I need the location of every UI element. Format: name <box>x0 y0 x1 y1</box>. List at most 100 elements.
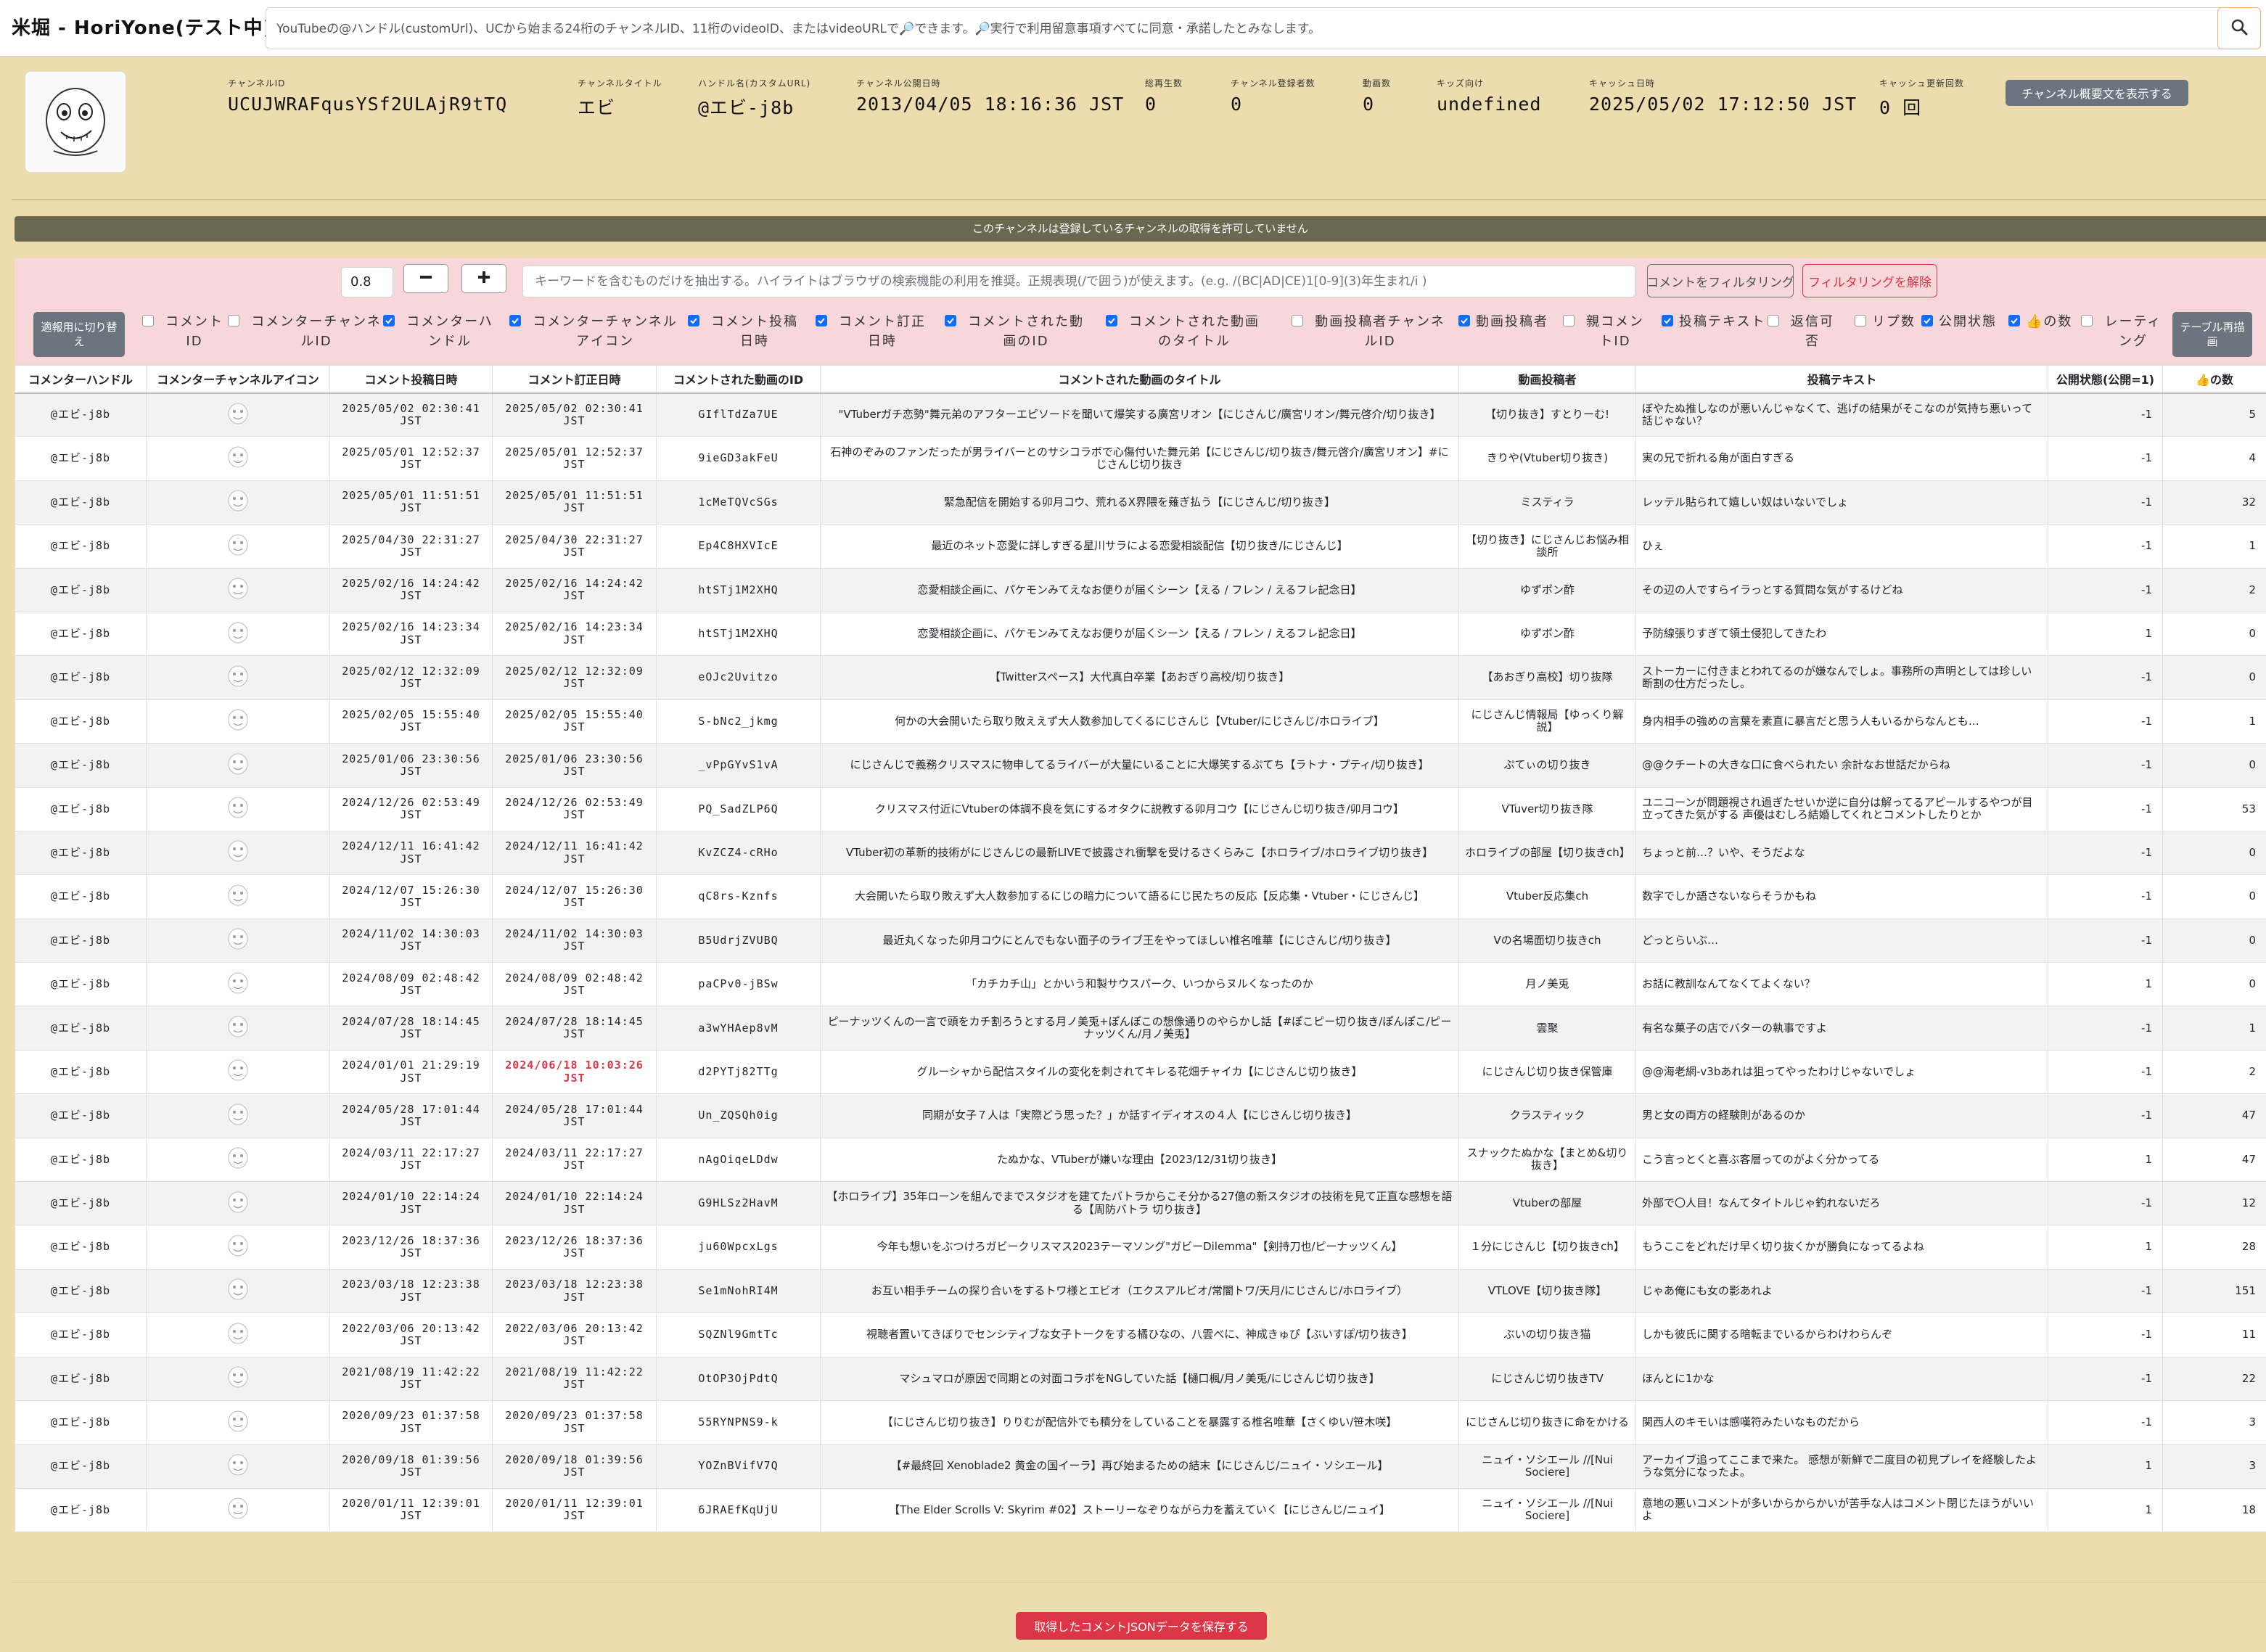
video-title-cell: 最近丸くなった卯月コウにとんでもない面子のライブ王をやってほしい椎名唯華【にじさ… <box>820 919 1459 963</box>
decrement-button[interactable] <box>403 264 448 293</box>
public-status-cell: -1 <box>2048 1400 2163 1445</box>
checkbox-checked-icon[interactable] <box>383 315 395 326</box>
column-toggle[interactable]: コメントされた動画のタイトル <box>1106 312 1265 351</box>
column-toggle-label: レーティング <box>2104 314 2162 349</box>
comment-text-cell: ストーカーに付きまとわれてるのが嫌なんでしょ。事務所の声明としては珍しい断割の仕… <box>1635 655 2048 700</box>
column-header[interactable]: 投稿テキスト <box>1635 365 2048 394</box>
column-toggle[interactable]: コメンターチャンネルID <box>228 312 387 351</box>
column-header[interactable]: コメンターチャンネルアイコン <box>146 365 330 394</box>
checkbox-unchecked-icon[interactable] <box>1563 315 1575 326</box>
search-button[interactable] <box>2217 7 2261 49</box>
video-id-cell: nAgOiqeLDdw <box>656 1138 821 1183</box>
column-toggle[interactable]: 動画投稿者チャンネルID <box>1292 312 1451 351</box>
posted-date-cell: 2021/08/19 11:42:22 JST <box>329 1357 493 1401</box>
likes-cell: 4 <box>2162 436 2266 481</box>
likes-cell: 2 <box>2162 1050 2266 1095</box>
uploader-cell: ゆずポン酢 <box>1458 568 1636 612</box>
checkbox-checked-icon[interactable] <box>509 315 521 326</box>
threshold-input[interactable]: 0.8 <box>341 267 393 297</box>
checkbox-checked-icon[interactable] <box>2008 315 2020 326</box>
column-header[interactable]: コメントされた動画のタイトル <box>820 365 1459 394</box>
checkbox-checked-icon[interactable] <box>1662 315 1673 326</box>
comment-text-cell: @@海老網-v3bあれは狙ってやったわけじゃないでしょ <box>1635 1050 2048 1095</box>
edited-date-cell: 2023/12/26 18:37:36 JST <box>492 1225 657 1270</box>
checkbox-unchecked-icon[interactable] <box>228 315 239 326</box>
checkbox-unchecked-icon[interactable] <box>2081 315 2093 326</box>
comment-text-cell: 数字でしか語さないならそうかもね <box>1635 874 2048 919</box>
checkbox-checked-icon[interactable] <box>1106 315 1117 326</box>
edited-date-cell: 2025/05/01 12:52:37 JST <box>492 436 657 481</box>
column-toggle-label: コメンターチャンネルアイコン <box>533 314 678 349</box>
posted-date-cell: 2024/12/07 15:26:30 JST <box>329 874 493 919</box>
published-field: チャンネル公開日時 2013/04/05 18:16:36 JST <box>856 77 1124 115</box>
column-toggle[interactable]: 投稿テキスト <box>1662 312 1770 332</box>
checkbox-unchecked-icon[interactable] <box>142 315 154 326</box>
column-header[interactable]: 公開状態(公開=1) <box>2048 365 2163 394</box>
column-header[interactable]: コメントされた動画のID <box>656 365 821 394</box>
show-description-button[interactable]: チャンネル概要文を表示する <box>2006 80 2188 106</box>
edited-date-cell: 2025/04/30 22:31:27 JST <box>492 524 657 569</box>
comment-text-cell: しかも彼氏に関する暗転までいるからわけわらんぞ <box>1635 1312 2048 1357</box>
checkbox-unchecked-icon[interactable] <box>1768 315 1779 326</box>
checkbox-checked-icon[interactable] <box>1458 315 1470 326</box>
checkbox-checked-icon[interactable] <box>688 315 699 326</box>
checkbox-checked-icon[interactable] <box>945 315 956 326</box>
column-header[interactable]: コメント投稿日時 <box>329 365 493 394</box>
avatar-icon <box>225 1452 251 1481</box>
video-title-cell: 【#最終回 Xenoblade2 黄金の国イーラ】再び始まるための結末【にじさん… <box>820 1444 1459 1489</box>
comment-text-cell: ひぇ <box>1635 524 2048 569</box>
filter-comments-button[interactable]: コメントをフィルタリング <box>1646 264 1794 297</box>
column-toggle[interactable]: コメントされた動画のID <box>945 312 1090 351</box>
column-toggle[interactable]: 公開状態 <box>1921 312 2001 332</box>
table-header-row: コメンターハンドル コメンターチャンネルアイコン コメント投稿日時 コメント訂正日時コ… <box>15 365 2266 394</box>
public-status-cell: -1 <box>2048 787 2163 831</box>
column-toggle[interactable]: レーティング <box>2081 312 2168 351</box>
column-toggle-label: 公開状態 <box>1939 314 1997 329</box>
column-toggle[interactable]: 親コメントID <box>1563 312 1650 351</box>
column-toggle[interactable]: コメンターチャンネルアイコン <box>509 312 684 351</box>
video-count-field: 動画数 0 <box>1363 77 1391 115</box>
uploader-cell: ぶいの切り抜き猫 <box>1458 1312 1636 1357</box>
checkbox-unchecked-icon[interactable] <box>1292 315 1303 326</box>
top-bar: 米堀 - HoriYone(テスト中) YouTubeの@ハンドル(custom… <box>0 0 2266 57</box>
column-header[interactable]: コメンターハンドル <box>15 365 147 394</box>
search-input[interactable]: YouTubeの@ハンドル(customUrl)、UCから始まる24桁のチャンネ… <box>266 7 2225 49</box>
video-id-cell: Se1mNohRI4M <box>656 1269 821 1314</box>
video-id-cell: KvZCZ4-cRHo <box>656 831 821 876</box>
video-id-cell: PQ_SadZLP6Q <box>656 787 821 831</box>
posted-date-cell: 2025/02/12 12:32:09 JST <box>329 655 493 700</box>
avatar-icon <box>225 1233 251 1262</box>
column-toggle[interactable]: 👍の数 <box>2008 312 2081 332</box>
column-toggle[interactable]: コメント投稿日時 <box>688 312 804 351</box>
column-toggle[interactable]: リプ数 <box>1855 312 1920 332</box>
column-toggle[interactable]: コメントID <box>142 312 229 351</box>
likes-cell: 0 <box>2162 831 2266 876</box>
toggle-report-mode-button[interactable]: 適報用に切り替え <box>33 312 125 357</box>
column-header[interactable]: 👍の数 <box>2162 365 2266 394</box>
checkbox-unchecked-icon[interactable] <box>1855 315 1866 326</box>
video-id-cell: B5UdrjZVUBQ <box>656 919 821 963</box>
column-toggle[interactable]: コメンターハンドル <box>383 312 499 351</box>
clear-filter-button[interactable]: フィルタリングを解除 <box>1802 264 1937 297</box>
likes-cell: 12 <box>2162 1181 2266 1226</box>
redraw-table-button[interactable]: テーブル再描画 <box>2172 312 2252 357</box>
comment-text-cell: 予防線張りすぎて領土侵犯してきたわ <box>1635 612 2048 657</box>
column-header[interactable]: コメント訂正日時 <box>492 365 657 394</box>
checkbox-checked-icon[interactable] <box>1921 315 1933 326</box>
edited-date-cell: 2024/12/26 02:53:49 JST <box>492 787 657 831</box>
column-toggle[interactable]: 動画投稿者 <box>1458 312 1567 332</box>
uploader-cell: ニュイ・ソシエール //[Nui Sociere] <box>1458 1444 1636 1489</box>
column-toggle[interactable]: コメント訂正日時 <box>816 312 932 351</box>
increment-button[interactable] <box>461 264 506 293</box>
save-json-button[interactable]: 取得したコメントJSONデータを保存する <box>1016 1612 1267 1640</box>
avatar-icon <box>225 1408 251 1437</box>
column-toggle[interactable]: 返信可否 <box>1768 312 1840 351</box>
checkbox-checked-icon[interactable] <box>816 315 827 326</box>
video-title-cell: 【ホロライブ】35年ローンを組んでまでスタジオを建てたバトラからこそ分かる27億… <box>820 1181 1459 1226</box>
commenter-handle-cell: @エビ-j8b <box>15 1181 147 1226</box>
comment-text-cell: ユニコーンが問題視され過ぎたせいか逆に自分は解ってるアピールするやつが目立ってき… <box>1635 787 2048 831</box>
keyword-filter-input[interactable]: キーワードを含むものだけを抽出する。ハイライトはブラウザの検索機能の利用を推奨。… <box>522 266 1635 297</box>
column-header[interactable]: 動画投稿者 <box>1458 365 1636 394</box>
edited-date-cell: 2025/01/06 23:30:56 JST <box>492 743 657 788</box>
likes-cell: 11 <box>2162 1312 2266 1357</box>
